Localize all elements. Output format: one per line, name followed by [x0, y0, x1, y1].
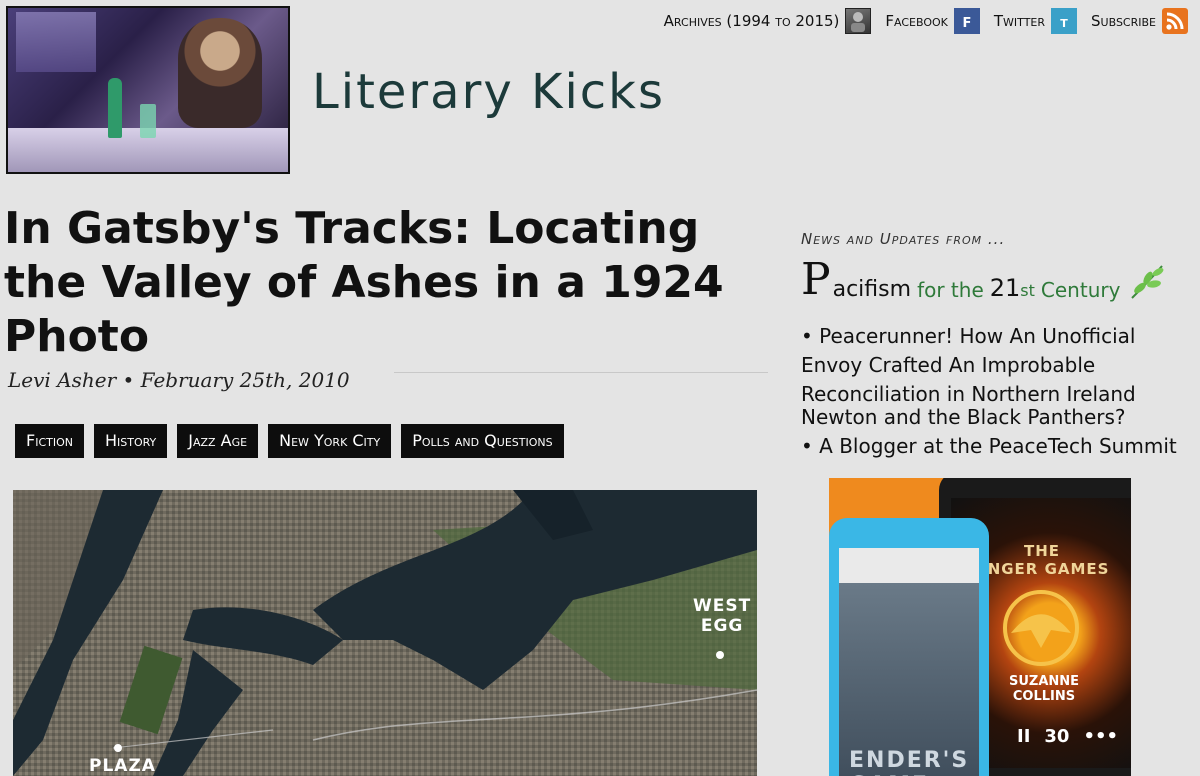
site-title[interactable]: Literary Kicks [312, 64, 665, 120]
pacifism-logo-p: P [801, 254, 831, 305]
archives-link[interactable]: Archives (1994 to 2015) [664, 8, 872, 34]
twitter-label: Twitter [993, 12, 1046, 30]
tag-jazz-age[interactable]: Jazz Age [177, 424, 259, 458]
satellite-map-image: WEST EGG PLAZA [13, 490, 757, 776]
byline-divider [394, 372, 768, 373]
pacifism-logo-for: for the [917, 278, 984, 302]
tag-history[interactable]: History [93, 424, 168, 458]
ad-phone-blue-screen: ENDER'S GAME [839, 548, 979, 776]
map-label-plaza: PLAZA [89, 756, 156, 776]
ad-phone-blue: ENDER'S GAME [829, 518, 989, 776]
subscribe-link[interactable]: Subscribe [1091, 8, 1188, 34]
rss-icon [1162, 8, 1188, 34]
map-label-egg: EGG [700, 616, 744, 636]
news-item-3[interactable]: A Blogger at the PeaceTech Summit [801, 434, 1177, 458]
article-title[interactable]: In Gatsby's Tracks: Locating the Valley … [4, 202, 744, 364]
news-item[interactable]: Peacerunner! How An Unofficial Envoy Cra… [801, 322, 1191, 409]
tag-list: Fiction History Jazz Age New York City P… [15, 424, 564, 458]
news-item-1[interactable]: Peacerunner! How An Unofficial Envoy Cra… [801, 324, 1136, 406]
tag-fiction[interactable]: Fiction [15, 424, 84, 458]
twitter-icon: t [1051, 8, 1078, 34]
pacifism-logo-num: 21 [989, 274, 1021, 302]
pacifism-logo-century: Century [1040, 278, 1121, 302]
skip-30-icon: 30 [1044, 726, 1070, 747]
ad-player-controls: II 30 ••• [1017, 726, 1118, 747]
archives-label: Archives (1994 to 2015) [663, 12, 840, 30]
pause-icon: II [1017, 726, 1031, 747]
facebook-label: Facebook [885, 12, 948, 30]
news-list: Peacerunner! How An Unofficial Envoy Cra… [801, 322, 1191, 461]
pacifism-logo-st: st [1020, 281, 1035, 300]
masthead-photo[interactable] [6, 6, 290, 174]
map-graphic [13, 490, 757, 776]
pacifism-logo-21: 21st [990, 274, 1035, 302]
tag-new-york-city[interactable]: New York City [268, 424, 392, 458]
photo-man [178, 18, 262, 128]
subscribe-label: Subscribe [1091, 12, 1156, 30]
ad-banner[interactable]: THE UNGER GAMES SUZANNE COLLINS ENDER'S … [829, 478, 1131, 776]
news-item[interactable]: A Blogger at the PeaceTech Summit [801, 432, 1191, 461]
twitter-link[interactable]: Twitter t [993, 8, 1078, 34]
pacifism-logo-word: acifism [832, 277, 912, 302]
facebook-link[interactable]: Facebook f [885, 8, 980, 34]
sidebar-heading: News and Updates from ... [801, 230, 1006, 248]
photo-bottle [108, 78, 122, 138]
facebook-icon: f [953, 8, 980, 34]
top-nav: Archives (1994 to 2015) Facebook f Twitt… [664, 8, 1188, 34]
byline: Levi Asher • February 25th, 2010 [8, 368, 350, 392]
pacifism-logo[interactable]: P acifism for the 21st Century [801, 258, 1166, 302]
news-item-2[interactable]: Newton and the Black Panthers? [801, 405, 1126, 429]
mockingjay-icon [1003, 590, 1079, 666]
photo-glass [140, 104, 156, 138]
olive-branch-icon [1131, 265, 1164, 299]
more-icon: ••• [1083, 726, 1118, 747]
photo-window [16, 12, 96, 72]
archive-portrait-icon [845, 8, 872, 34]
map-label-west: WEST [693, 596, 752, 616]
ad-book2-text: ENDER'S GAME [849, 748, 970, 776]
tag-polls-and-questions[interactable]: Polls and Questions [401, 424, 564, 458]
map-label-west-egg: WEST EGG [693, 596, 751, 636]
